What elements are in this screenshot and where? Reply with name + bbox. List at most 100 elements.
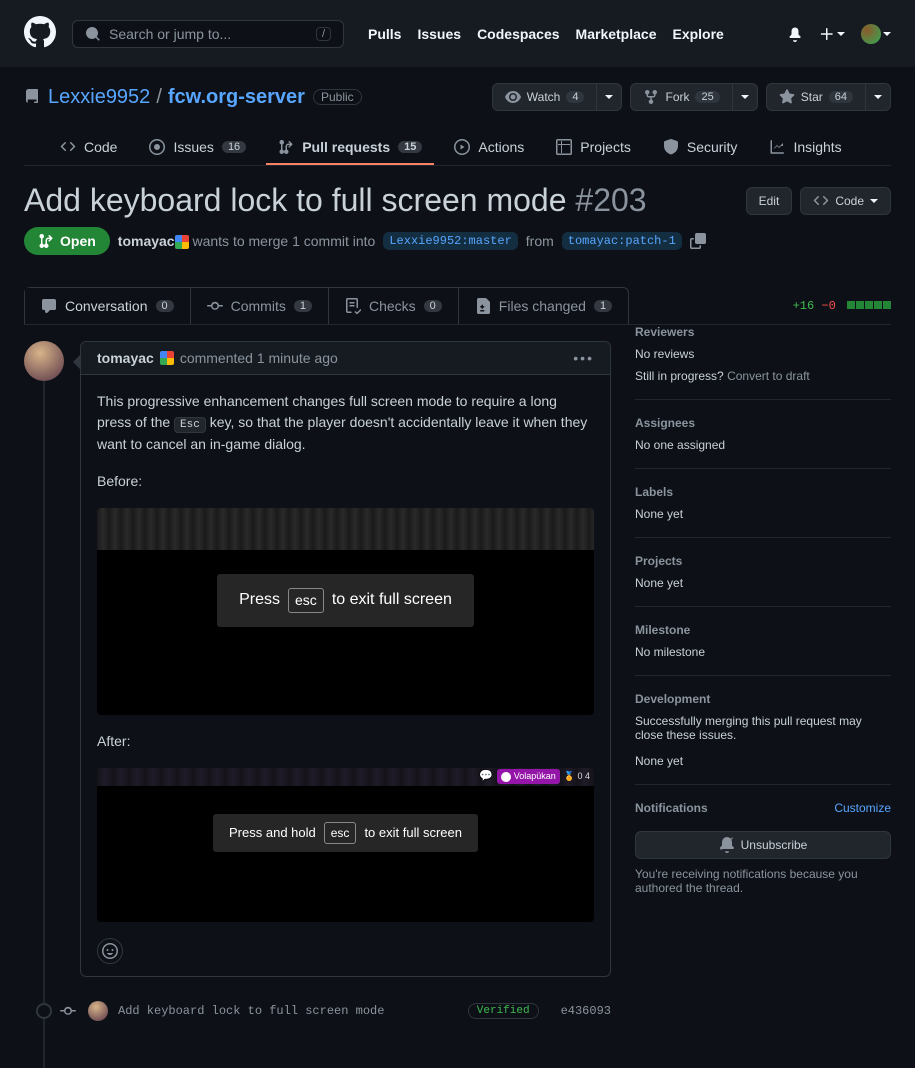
fork-icon <box>643 89 659 105</box>
commit-icon <box>60 1003 76 1019</box>
tab-projects[interactable]: Projects <box>544 131 643 165</box>
copy-icon[interactable] <box>690 233 706 249</box>
tab-label: Security <box>687 139 738 155</box>
tab-files[interactable]: Files changed 1 <box>459 288 628 324</box>
tab-actions[interactable]: Actions <box>442 131 536 165</box>
assignees-value: No one assigned <box>635 438 891 452</box>
star-dropdown[interactable] <box>866 83 891 111</box>
star-button[interactable]: Star 64 <box>766 83 866 111</box>
fork-dropdown[interactable] <box>733 83 758 111</box>
tab-pulls[interactable]: Pull requests15 <box>266 131 434 165</box>
star-icon <box>779 89 795 105</box>
labels-title[interactable]: Labels <box>635 485 891 499</box>
reviewers-block: Reviewers No reviews Still in progress? … <box>635 325 891 400</box>
pr-byline: tomayac wants to merge 1 commit into <box>118 233 376 249</box>
nav-explore[interactable]: Explore <box>672 26 723 42</box>
commit-sha[interactable]: e436093 <box>561 1004 611 1018</box>
primary-nav: Pulls Issues Codespaces Marketplace Expl… <box>368 26 724 42</box>
after-image[interactable]: 💬 Volapükan 🏅 0 4 Press and hold esc to … <box>97 768 594 922</box>
tab-security[interactable]: Security <box>651 131 750 165</box>
state-text: Open <box>60 233 96 249</box>
nav-codespaces[interactable]: Codespaces <box>477 26 559 42</box>
chat-icon: 💬 <box>479 768 493 785</box>
reviewers-title[interactable]: Reviewers <box>635 325 891 339</box>
demo-text: to exit full screen <box>332 588 452 612</box>
projects-title[interactable]: Projects <box>635 554 891 568</box>
tab-checks[interactable]: Checks0 <box>329 288 459 324</box>
tab-label: Conversation <box>65 298 148 314</box>
notif-reason: You're receiving notifications because y… <box>635 867 891 895</box>
development-block: Development Successfully merging this pu… <box>635 676 891 785</box>
tab-insights[interactable]: Insights <box>757 131 853 165</box>
demo-stats: 🏅 0 4 <box>564 770 590 784</box>
demo-text: Press and hold <box>229 823 316 843</box>
commit-avatar[interactable] <box>88 1001 108 1021</box>
github-logo[interactable] <box>24 16 56 51</box>
after-label: After: <box>97 731 594 752</box>
repo-tabs: Code Issues16 Pull requests15 Actions Pr… <box>24 131 891 166</box>
diffstat: +16 −0 <box>793 299 891 313</box>
assignees-title[interactable]: Assignees <box>635 416 891 430</box>
caret-icon <box>741 95 749 99</box>
milestone-title[interactable]: Milestone <box>635 623 891 637</box>
tab-commits[interactable]: Commits1 <box>191 288 329 324</box>
search-placeholder: Search or jump to... <box>109 26 231 42</box>
user-menu[interactable] <box>861 24 891 44</box>
repo-owner-link[interactable]: Lexxie9952 <box>48 86 150 109</box>
commit-dot-icon <box>36 1003 52 1019</box>
watch-dropdown[interactable] <box>597 83 622 111</box>
pr-author[interactable]: tomayac <box>118 233 175 249</box>
head-branch[interactable]: tomayac:patch-1 <box>562 232 682 250</box>
count: 0 <box>156 300 174 312</box>
progress-text: Still in progress? <box>635 369 724 383</box>
pr-open-icon <box>38 233 54 249</box>
repo-name-link[interactable]: fcw.org-server <box>168 86 305 109</box>
comment-author[interactable]: tomayac <box>97 350 154 366</box>
before-image[interactable]: Press esc to exit full screen <box>97 508 594 715</box>
customize-link[interactable]: Customize <box>834 801 891 815</box>
comment-icon <box>41 298 57 314</box>
commit-row: Add keyboard lock to full screen mode Ve… <box>24 993 611 1029</box>
base-branch[interactable]: Lexxie9952:master <box>383 232 517 250</box>
create-menu[interactable] <box>819 26 845 42</box>
table-icon <box>556 139 572 155</box>
add-reaction-button[interactable] <box>97 938 123 964</box>
edit-button[interactable]: Edit <box>746 187 793 215</box>
caret-icon <box>870 199 878 203</box>
watch-count: 4 <box>566 91 584 103</box>
fork-button[interactable]: Fork 25 <box>630 83 732 111</box>
tab-label: Files changed <box>499 298 586 314</box>
watch-button[interactable]: Watch 4 <box>492 83 598 111</box>
repo-head: Lexxie9952 / fcw.org-server Public Watch… <box>0 67 915 166</box>
count: 1 <box>594 300 612 312</box>
search-input[interactable]: Search or jump to... / <box>72 20 344 48</box>
verified-badge[interactable]: Verified <box>468 1003 539 1019</box>
bell-icon[interactable] <box>787 26 803 42</box>
comment-time: commented 1 minute ago <box>180 350 338 366</box>
code-icon <box>813 193 829 209</box>
sidebar: Reviewers No reviews Still in progress? … <box>635 325 891 1029</box>
pr-icon <box>278 139 294 155</box>
tab-conversation[interactable]: Conversation 0 <box>25 288 191 324</box>
demo-text: to exit full screen <box>364 823 462 843</box>
count: 1 <box>294 300 312 312</box>
development-title[interactable]: Development <box>635 692 891 706</box>
repo-icon <box>24 89 40 105</box>
convert-to-draft[interactable]: Convert to draft <box>727 369 810 383</box>
player-badge: Volapükan <box>497 769 560 785</box>
tab-issues[interactable]: Issues16 <box>137 131 258 165</box>
nav-marketplace[interactable]: Marketplace <box>576 26 657 42</box>
unsubscribe-button[interactable]: Unsubscribe <box>635 831 891 859</box>
comment-avatar[interactable] <box>24 341 64 381</box>
assignees-block: Assignees No one assigned <box>635 400 891 469</box>
nav-pulls[interactable]: Pulls <box>368 26 401 42</box>
before-label: Before: <box>97 471 594 492</box>
separator: / <box>156 86 162 109</box>
esc-kbd: Esc <box>174 417 206 433</box>
commit-message[interactable]: Add keyboard lock to full screen mode <box>118 1004 384 1018</box>
tab-code[interactable]: Code <box>48 131 129 165</box>
comment-menu[interactable]: ••• <box>573 350 594 366</box>
code-button[interactable]: Code <box>800 187 891 215</box>
notifications-title: Notifications Customize <box>635 801 891 815</box>
nav-issues[interactable]: Issues <box>417 26 461 42</box>
